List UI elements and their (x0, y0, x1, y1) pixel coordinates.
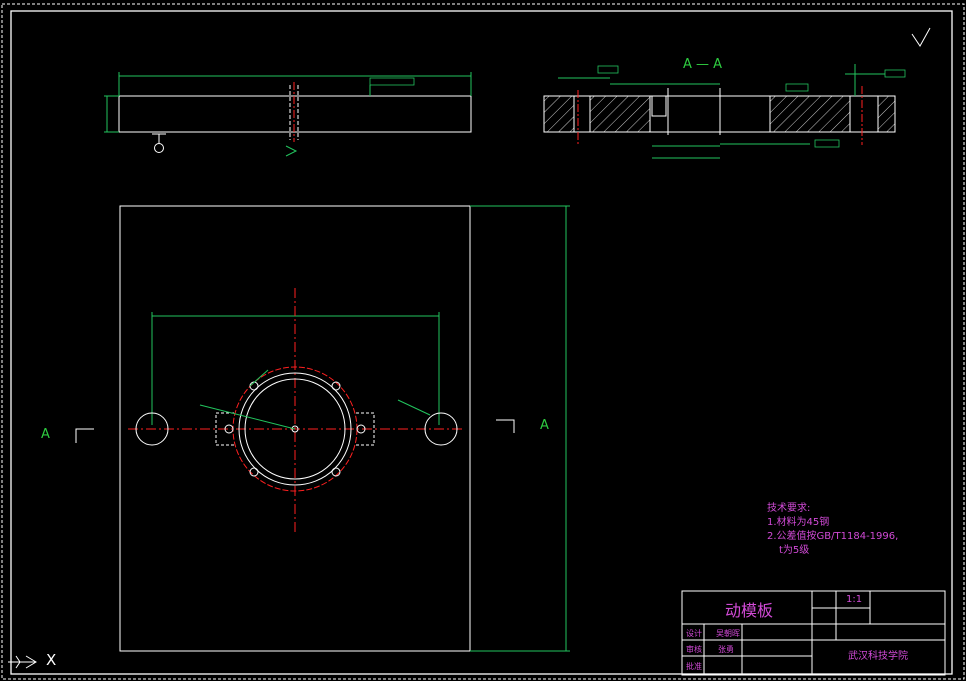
section-mark-right: A (540, 418, 549, 433)
part-name: 动模板 (725, 601, 774, 620)
ucs-icon (8, 655, 37, 669)
tech-req-line3: t为5级 (779, 545, 810, 556)
ucs-x-label: X (46, 651, 57, 669)
tech-req-title: 技术要求: (767, 503, 811, 514)
section-mark-left: A (41, 427, 50, 442)
checker-name: 张勇 (718, 645, 734, 654)
section-view-a-a (543, 64, 906, 159)
tech-req-line1: 1.材料为45钢 (767, 517, 830, 528)
scale-value: 1:1 (846, 594, 863, 605)
tech-req-line2: 2.公差值按GB/T1184-1996, (767, 531, 899, 542)
roughness-symbol (911, 27, 931, 47)
designer-name: 吴朝晖 (716, 629, 740, 638)
school-name: 武汉科技学院 (848, 651, 908, 662)
checker-label: 审核 (686, 645, 702, 654)
main-plan-view (75, 205, 570, 652)
cad-drawing (1, 3, 965, 680)
top-side-view (104, 72, 472, 157)
designer-label: 设计 (686, 629, 702, 638)
section-view-title: A — A (683, 57, 723, 72)
approver-label: 批准 (686, 662, 702, 671)
